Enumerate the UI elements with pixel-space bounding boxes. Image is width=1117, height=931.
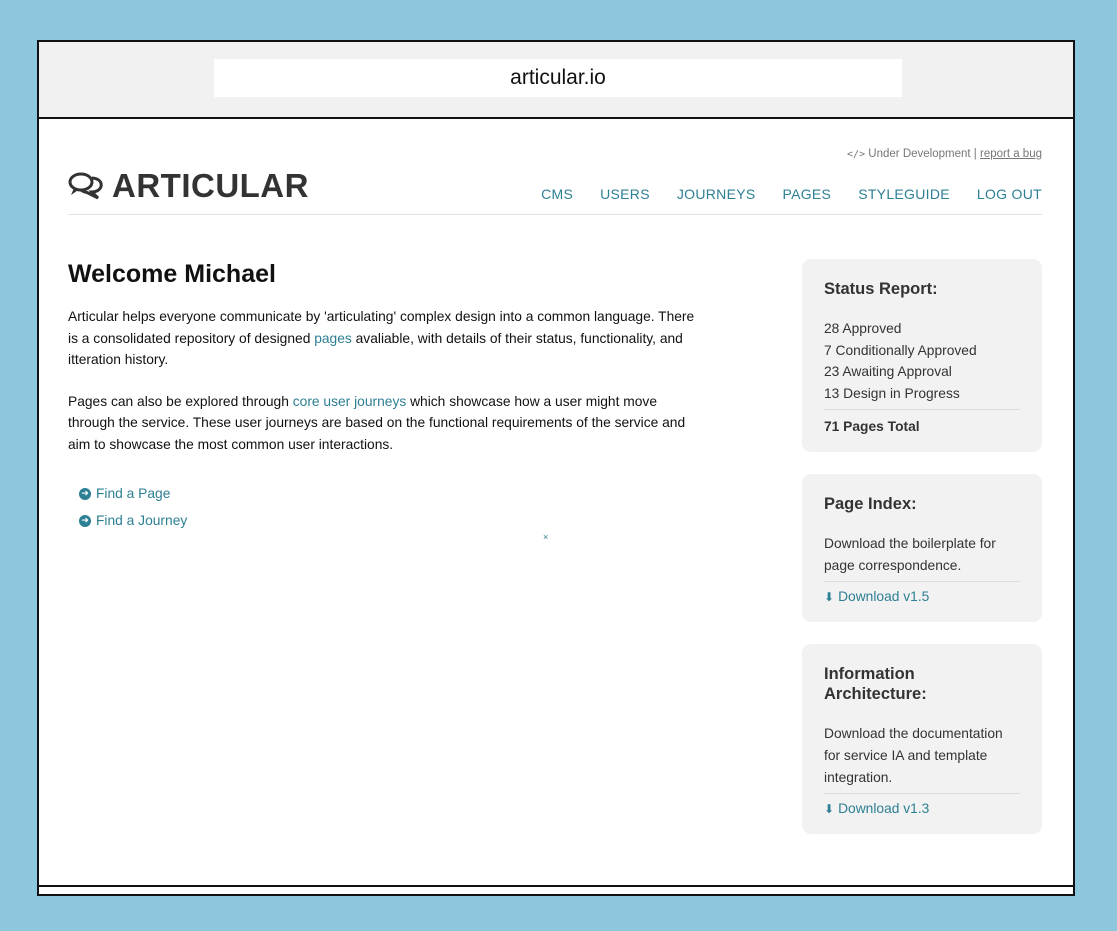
stray-close-mark[interactable]: ×: [543, 532, 548, 542]
speech-bubbles-icon: [68, 172, 103, 200]
nav-pages[interactable]: PAGES: [782, 186, 831, 202]
status-report-panel: Status Report: 28 Approved 7 Conditional…: [802, 259, 1042, 452]
ia-title: Information Architecture:: [824, 665, 927, 703]
header-divider: [68, 214, 1042, 215]
download-icon: ⬇: [824, 802, 835, 816]
download-v15-link[interactable]: Download v1.5: [838, 589, 929, 604]
journeys-paragraph: Pages can also be explored through core …: [68, 391, 698, 456]
core-user-journeys-link[interactable]: core user journeys: [293, 394, 407, 409]
find-page-row[interactable]: ➜ Find a Page: [79, 480, 698, 507]
logo[interactable]: ARTICULAR: [68, 166, 309, 206]
address-bar: articular.io: [39, 42, 1073, 119]
intro-paragraph: Articular helps everyone communicate by …: [68, 306, 698, 371]
nav-cms[interactable]: CMS: [541, 186, 573, 202]
nav-users[interactable]: USERS: [600, 186, 650, 202]
journeys-text-start: Pages can also be explored through: [68, 393, 293, 409]
page-title: Welcome Michael: [68, 260, 276, 288]
dev-status-text: Under Development: [868, 148, 971, 160]
main-nav: CMS USERS JOURNEYS PAGES STYLEGUIDE LOG …: [514, 186, 1042, 202]
page-index-text: Download the boilerplate for page corres…: [824, 536, 996, 573]
status-conditionally-approved: 7 Conditionally Approved: [824, 342, 977, 358]
arrow-circle-right-icon: ➜: [79, 514, 91, 527]
status-list: 28 Approved 7 Conditionally Approved 23 …: [824, 318, 1020, 404]
pages-link[interactable]: pages: [314, 331, 352, 346]
dev-status-note: </> Under Development | report a bug: [847, 148, 1042, 160]
sidebar: Status Report: 28 Approved 7 Conditional…: [802, 259, 1042, 856]
nav-journeys[interactable]: JOURNEYS: [677, 186, 756, 202]
ia-text: Download the documentation for service I…: [824, 726, 1003, 785]
bottom-divider: [39, 885, 1073, 887]
separator: |: [973, 148, 977, 160]
download-v13-link[interactable]: Download v1.3: [838, 801, 929, 816]
status-design-in-progress: 13 Design in Progress: [824, 385, 960, 401]
main-column: Welcome Michael Articular helps everyone…: [68, 259, 698, 534]
page-index-download[interactable]: ⬇ Download v1.5: [824, 581, 1020, 604]
find-page-link[interactable]: Find a Page: [96, 486, 170, 501]
status-total: 71 Pages Total: [824, 409, 1020, 434]
find-journey-link[interactable]: Find a Journey: [96, 513, 187, 528]
nav-styleguide[interactable]: STYLEGUIDE: [858, 186, 950, 202]
page-index-panel: Page Index: Download the boilerplate for…: [802, 474, 1042, 622]
information-architecture-panel: Information Architecture: Download the d…: [802, 644, 1042, 834]
report-bug-link[interactable]: report a bug: [980, 148, 1042, 160]
code-icon: </>: [847, 149, 866, 160]
page-index-title: Page Index:: [824, 495, 917, 513]
status-report-title: Status Report:: [824, 280, 938, 298]
status-approved: 28 Approved: [824, 321, 902, 336]
browser-window: articular.io </> Under Development | rep…: [37, 40, 1075, 896]
url-field[interactable]: articular.io: [214, 59, 902, 97]
download-icon: ⬇: [824, 590, 835, 604]
ia-download[interactable]: ⬇ Download v1.3: [824, 793, 1020, 816]
nav-log-out[interactable]: LOG OUT: [977, 186, 1042, 202]
arrow-circle-right-icon: ➜: [79, 487, 91, 500]
find-journey-row[interactable]: ➜ Find a Journey: [79, 507, 698, 534]
quick-links: ➜ Find a Page ➜ Find a Journey: [68, 480, 698, 534]
status-awaiting-approval: 23 Awaiting Approval: [824, 364, 952, 379]
logo-wordmark: ARTICULAR: [112, 167, 309, 204]
